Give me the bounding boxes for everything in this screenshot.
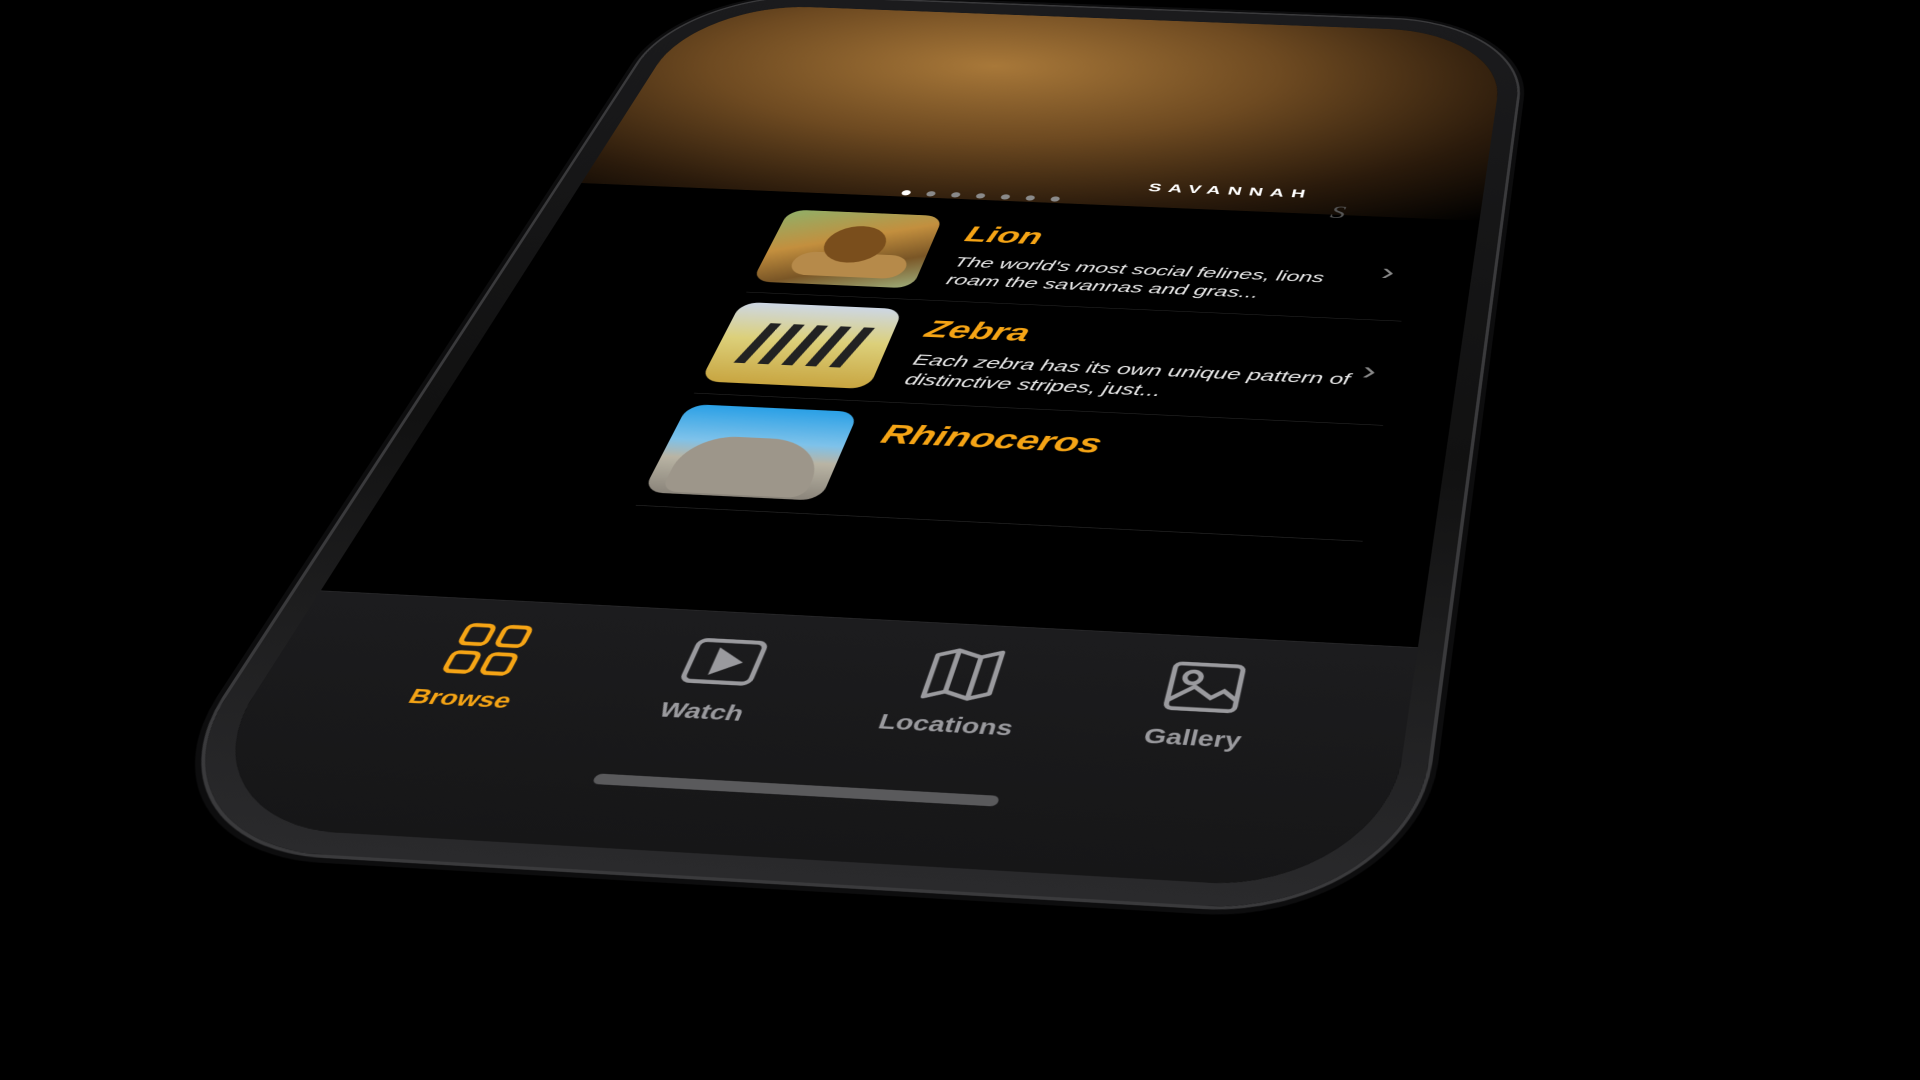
app-screen: SAVANNAH S Lion The world's most social … (172, 3, 1506, 893)
tab-label: Locations (875, 710, 1016, 742)
photo-icon (1156, 656, 1251, 723)
phone-device: SAVANNAH S Lion The world's most social … (131, 0, 1527, 918)
animal-name: Zebra (921, 315, 1034, 347)
tab-gallery[interactable]: Gallery (1094, 653, 1303, 757)
zebra-thumbnail (700, 302, 903, 389)
stage: SAVANNAH S Lion The world's most social … (0, 0, 1920, 1080)
page-dot[interactable] (925, 191, 936, 197)
map-icon (911, 643, 1011, 710)
chevron-right-icon: › (1379, 258, 1397, 286)
animal-description: Each zebra has its own unique pattern of… (901, 350, 1365, 411)
animal-description: The world's most social felines, lions r… (943, 253, 1384, 308)
page-dot[interactable] (1025, 195, 1036, 201)
page-dot[interactable] (901, 190, 912, 196)
rhino-body-shape (660, 435, 829, 499)
rhinoceros-thumbnail (643, 404, 859, 501)
tab-label: Watch (655, 698, 748, 727)
hero-decor-letter: S (1328, 201, 1347, 222)
page-dot[interactable] (1050, 196, 1061, 202)
animal-list: Lion The world's most social felines, li… (383, 192, 1478, 545)
play-icon (670, 631, 776, 697)
tab-label: Gallery (1141, 724, 1244, 754)
home-indicator[interactable] (592, 773, 1000, 806)
tab-list: Browse Watch Locations Gallery (333, 615, 1331, 758)
tab-locations[interactable]: Locations (847, 640, 1064, 742)
lion-thumbnail (752, 210, 944, 289)
chevron-right-icon: › (1360, 355, 1379, 386)
page-dot[interactable] (975, 193, 986, 199)
animal-name: Lion (961, 222, 1046, 250)
grid-icon (431, 619, 542, 684)
hero-carousel[interactable]: SAVANNAH S (581, 3, 1506, 221)
page-dot[interactable] (950, 192, 961, 198)
tab-browse[interactable]: Browse (361, 616, 592, 716)
page-indicator[interactable] (901, 190, 1061, 202)
animal-name: Rhinoceros (876, 419, 1106, 460)
tab-watch[interactable]: Watch (603, 628, 827, 729)
page-dot[interactable] (1000, 194, 1011, 200)
tab-label: Browse (404, 685, 517, 714)
hero-label: SAVANNAH (1147, 181, 1314, 201)
